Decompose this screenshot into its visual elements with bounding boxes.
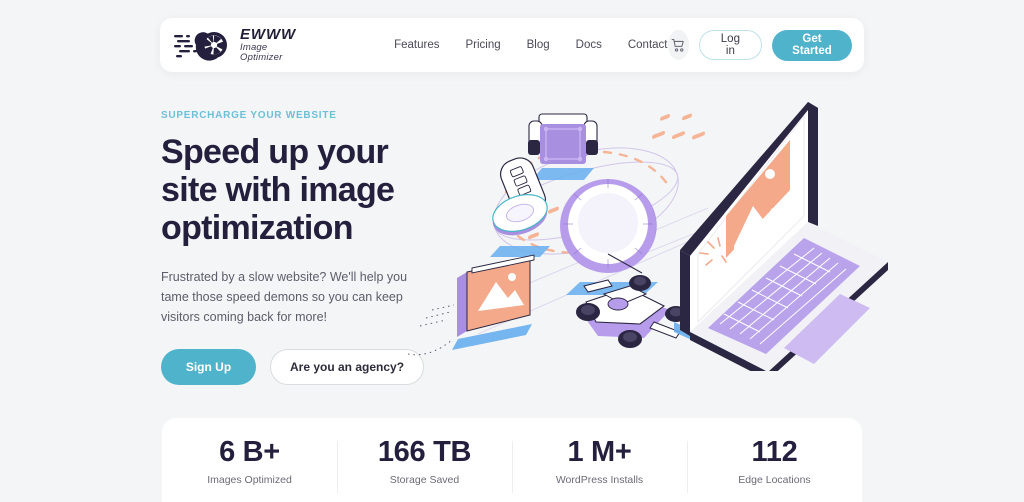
agency-button[interactable]: Are you an agency? xyxy=(270,349,425,385)
main-navigation: Features Pricing Blog Docs Contact xyxy=(394,39,667,51)
stat-label: Edge Locations xyxy=(738,474,811,486)
nav-item-pricing[interactable]: Pricing xyxy=(465,39,500,51)
stat-value: 6 B+ xyxy=(219,436,280,468)
stat-label: Storage Saved xyxy=(389,474,460,486)
isometric-optimization-scene xyxy=(408,102,888,371)
brand-logo[interactable]: EWWW Image Optimizer xyxy=(174,25,297,64)
brand-name: EWWW xyxy=(240,25,297,43)
site-header: EWWW Image Optimizer Features Pricing Bl… xyxy=(160,18,864,72)
stat-value: 112 xyxy=(751,436,798,468)
dotted-trail xyxy=(408,304,455,356)
stat-edge-locations: 112 Edge Locations xyxy=(687,435,862,493)
nav-item-blog[interactable]: Blog xyxy=(527,39,550,51)
cube-machine xyxy=(528,113,598,164)
hero-paragraph: Frustrated by a slow website? We'll help… xyxy=(161,270,408,324)
hero-cta-row: Sign Up Are you an agency? xyxy=(161,349,436,385)
race-car xyxy=(576,275,687,348)
stat-storage-saved: 166 TB Storage Saved xyxy=(337,435,512,493)
stat-images-optimized: 6 B+ Images Optimized xyxy=(162,435,337,486)
hero-headline: Speed up your site with image optimizati… xyxy=(161,133,395,247)
stats-bar: 6 B+ Images Optimized 166 TB Storage Sav… xyxy=(162,418,862,502)
nav-item-docs[interactable]: Docs xyxy=(576,39,602,51)
brand-subtitle: Image Optimizer xyxy=(240,42,283,64)
image-card xyxy=(457,254,535,337)
laptop xyxy=(674,102,888,371)
login-button[interactable]: Log in xyxy=(699,30,762,60)
stat-wordpress-installs: 1 M+ WordPress Installs xyxy=(512,435,687,493)
cart-button[interactable] xyxy=(667,30,690,60)
sign-up-button[interactable]: Sign Up xyxy=(161,349,256,385)
header-actions: Log in Get Started xyxy=(667,29,853,61)
shopping-cart-icon xyxy=(671,38,684,52)
nav-item-features[interactable]: Features xyxy=(394,39,439,51)
camera-shutter-speed-icon xyxy=(174,32,227,61)
large-torus xyxy=(560,179,657,274)
stat-label: Images Optimized xyxy=(207,474,292,486)
hero-eyebrow: SUPERCHARGE YOUR WEBSITE xyxy=(161,110,337,121)
nav-item-contact[interactable]: Contact xyxy=(628,39,668,51)
cube-shadow xyxy=(532,168,594,180)
stat-label: WordPress Installs xyxy=(555,474,644,486)
hero-section: SUPERCHARGE YOUR WEBSITE Speed up your s… xyxy=(161,110,436,385)
hero-illustration xyxy=(408,96,888,371)
stat-value: 1 M+ xyxy=(567,436,632,468)
get-started-button[interactable]: Get Started xyxy=(771,29,853,61)
small-ring-shadow xyxy=(490,246,550,257)
stat-value: 166 TB xyxy=(377,436,472,468)
